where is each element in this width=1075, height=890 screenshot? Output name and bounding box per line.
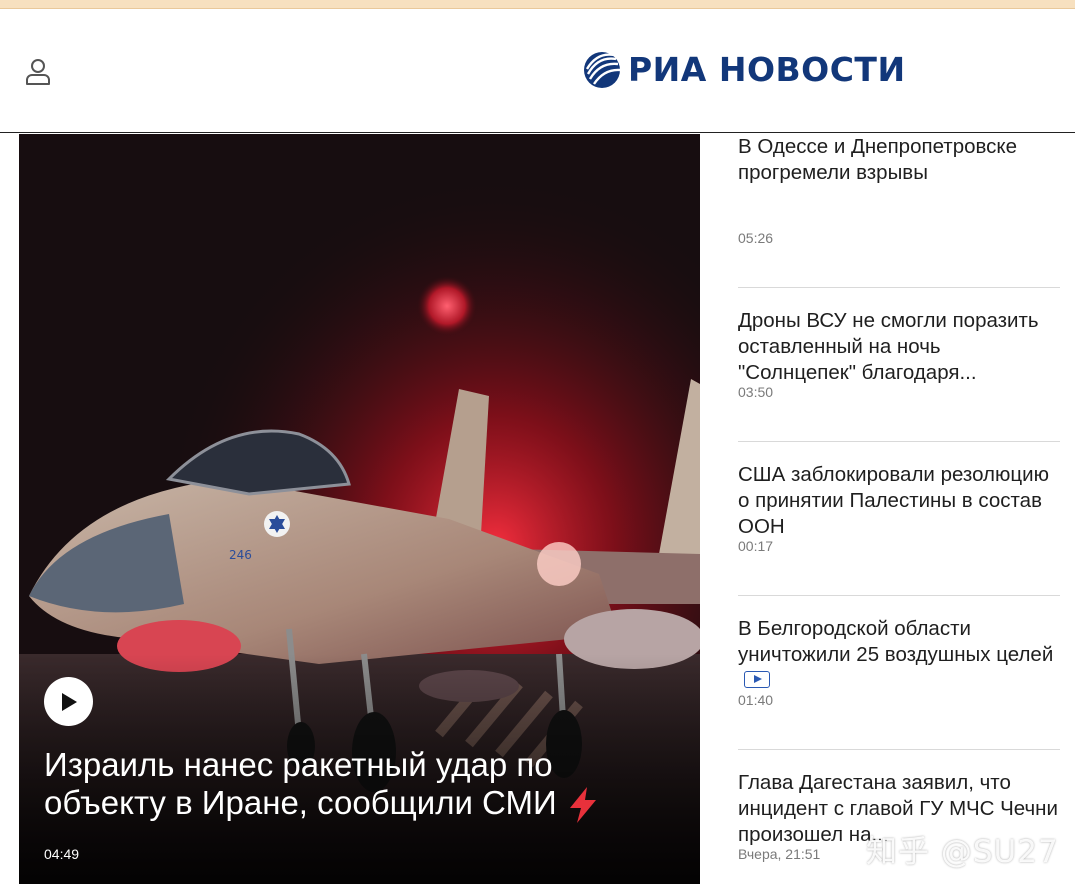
top-strip	[0, 0, 1075, 9]
news-title-text: В Белгородской области уничтожили 25 воз…	[738, 617, 1054, 666]
ria-logo-icon	[584, 52, 621, 88]
logo-text: РИА НОВОСТИ	[628, 50, 906, 89]
site-header: РИА НОВОСТИ	[0, 9, 1075, 133]
news-feed: В Одессе и Днепропетровске прогремели вз…	[738, 134, 1060, 890]
hero-headline-text: Израиль нанес ракетный удар по объекту в…	[44, 746, 557, 821]
news-item[interactable]: Дроны ВСУ не смогли поразить оставленный…	[738, 288, 1060, 442]
video-icon	[744, 671, 770, 689]
play-icon	[61, 692, 77, 711]
news-item[interactable]: В Белгородской области уничтожили 25 воз…	[738, 596, 1060, 750]
watermark: 知乎 @SU27	[866, 834, 1059, 870]
hero-headline[interactable]: Израиль нанес ракетный удар по объекту в…	[44, 746, 664, 824]
news-title: США заблокировали резолюцию о принятии П…	[738, 463, 1049, 538]
news-item[interactable]: В Одессе и Днепропетровске прогремели вз…	[738, 134, 1060, 288]
hero-news-card[interactable]: 246 Израиль нанес ракетный удар по объек…	[19, 134, 700, 884]
news-time: Вчера, 21:51	[738, 846, 821, 862]
news-title: Дроны ВСУ не смогли поразить оставленный…	[738, 309, 1039, 384]
user-account-button[interactable]	[22, 57, 54, 89]
tail-number: 246	[229, 548, 252, 562]
play-video-button[interactable]	[44, 677, 93, 726]
news-time: 00:17	[738, 538, 774, 554]
user-icon	[26, 59, 50, 85]
news-item[interactable]: США заблокировали резолюцию о принятии П…	[738, 442, 1060, 596]
news-title: В Белгородской области уничтожили 25 воз…	[738, 616, 1060, 694]
news-time: 03:50	[738, 384, 774, 400]
news-time: 05:26	[738, 230, 774, 246]
news-time: 01:40	[738, 692, 774, 708]
lightning-icon	[569, 787, 596, 824]
news-title: В Одессе и Днепропетровске прогремели вз…	[738, 135, 1018, 184]
hero-timestamp: 04:49	[44, 846, 80, 862]
site-logo[interactable]: РИА НОВОСТИ	[582, 49, 906, 91]
